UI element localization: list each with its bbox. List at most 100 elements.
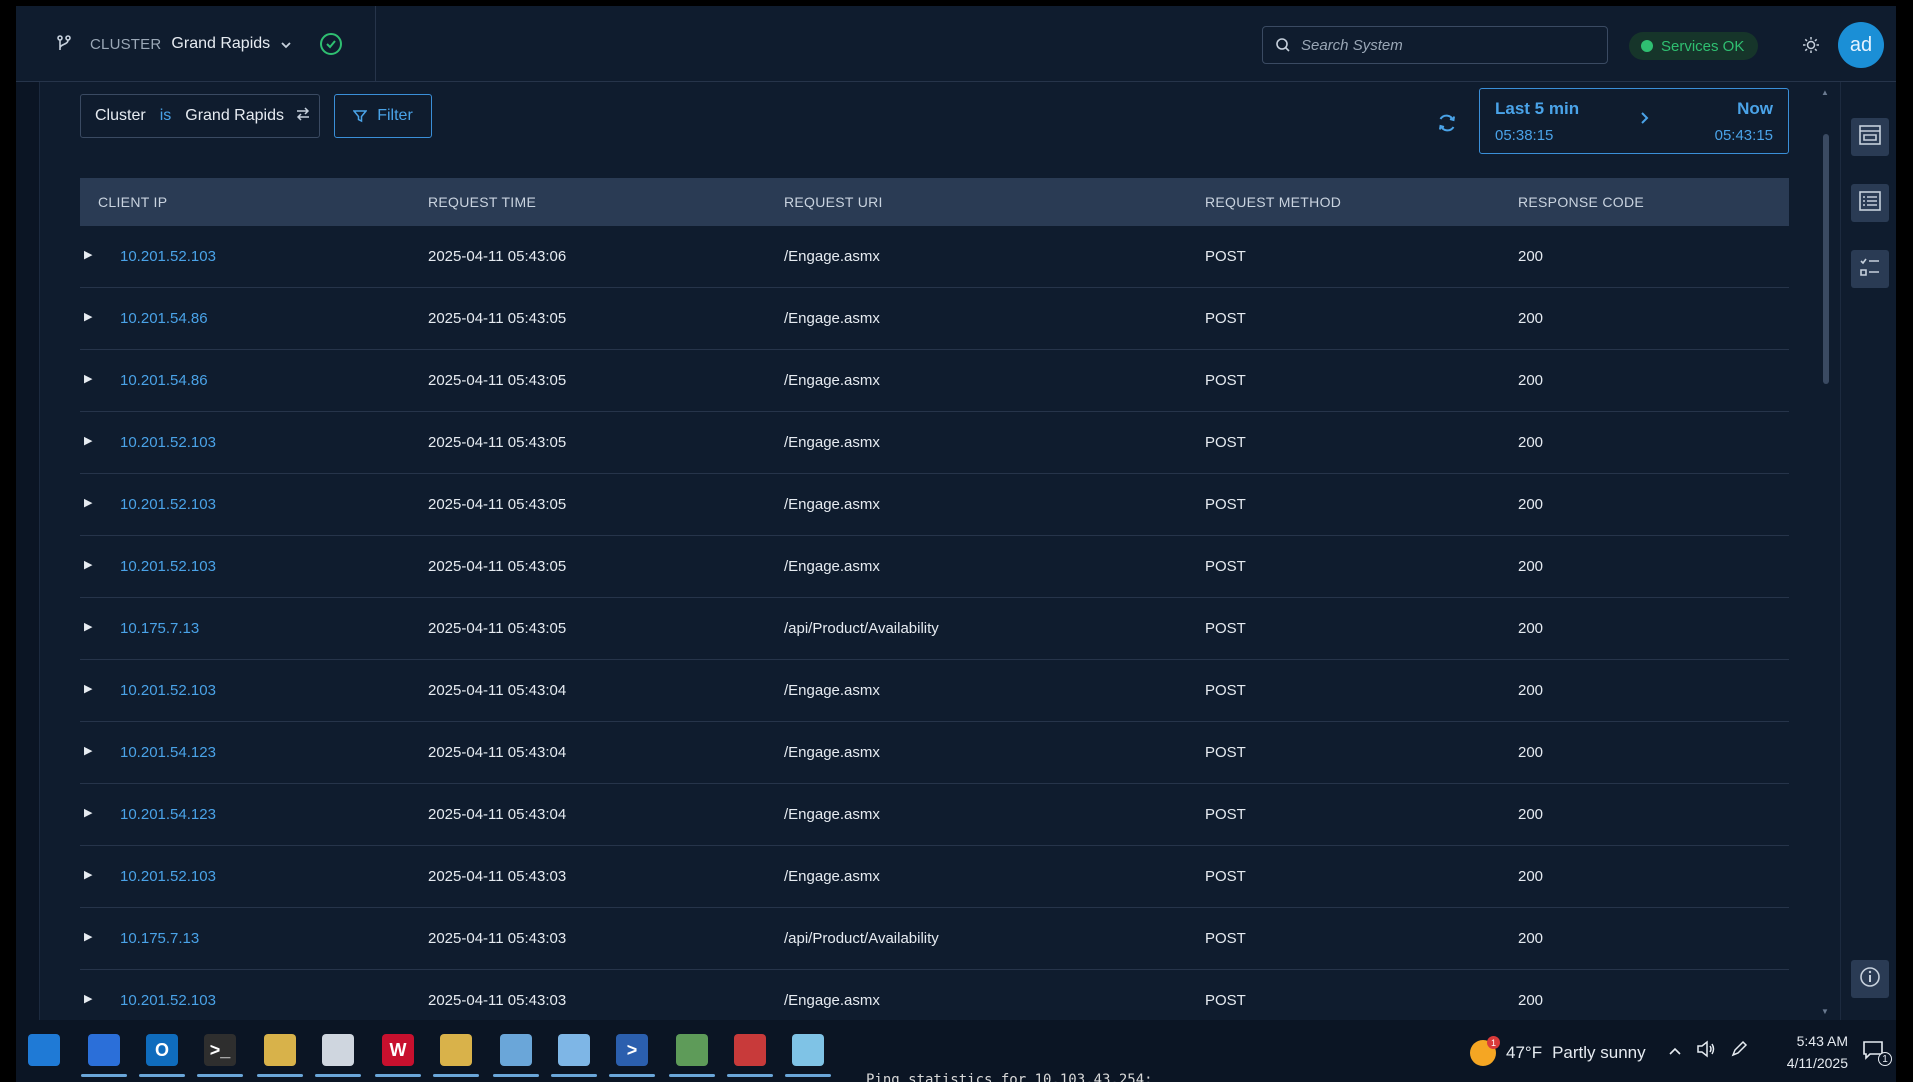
- client-ip-link[interactable]: 10.201.52.103: [120, 868, 216, 885]
- expand-row-caret-icon[interactable]: ▶: [84, 992, 96, 1008]
- table-row[interactable]: ▶ 10.201.52.103 2025-04-11 05:43:05/Engage…: [80, 536, 1789, 598]
- expand-row-caret-icon[interactable]: ▶: [84, 372, 96, 388]
- chevron-up-icon[interactable]: [1668, 1043, 1682, 1061]
- client-ip-link[interactable]: 10.201.54.123: [120, 744, 216, 761]
- refresh-icon[interactable]: [1436, 112, 1458, 134]
- cluster-selector[interactable]: CLUSTER Grand Rapids: [56, 6, 343, 82]
- network-tool-icon[interactable]: [500, 1034, 532, 1066]
- expand-row-caret-icon[interactable]: ▶: [84, 248, 96, 264]
- services-tool-icon[interactable]: [676, 1034, 708, 1066]
- filter-button[interactable]: Filter: [334, 94, 432, 138]
- powershell-icon[interactable]: >: [616, 1034, 648, 1066]
- client-ip-link[interactable]: 10.201.54.123: [120, 806, 216, 823]
- taskbar-clock[interactable]: 5:43 AM 4/11/2025: [1764, 1030, 1848, 1074]
- terminal-icon[interactable]: >_: [204, 1034, 236, 1066]
- outlook-icon[interactable]: O: [146, 1034, 178, 1066]
- request-time-cell: 2025-04-11 05:43:03: [428, 868, 567, 885]
- search-box[interactable]: [1262, 26, 1608, 64]
- response-code-cell: 200: [1518, 868, 1544, 885]
- search-input[interactable]: [1301, 36, 1581, 54]
- client-ip-link[interactable]: 10.201.52.103: [120, 496, 216, 513]
- table-row[interactable]: ▶ 10.201.52.103 2025-04-11 05:43:06/Engage…: [80, 226, 1789, 288]
- pen-icon[interactable]: [1730, 1040, 1748, 1063]
- active-app-indicator: [727, 1074, 773, 1077]
- word-w-icon[interactable]: W: [382, 1034, 414, 1066]
- edge-icon[interactable]: [28, 1034, 60, 1066]
- checklist-view-button[interactable]: [1851, 250, 1889, 288]
- table-row[interactable]: ▶ 10.201.54.123 2025-04-11 05:43:04/Engage…: [80, 722, 1789, 784]
- table-row[interactable]: ▶ 10.201.52.103 2025-04-11 05:43:05/Engage…: [80, 474, 1789, 536]
- request-time-cell: 2025-04-11 05:43:05: [428, 558, 567, 575]
- theme-toggle-sun-icon[interactable]: [1800, 34, 1822, 56]
- client-ip-link[interactable]: 10.201.52.103: [120, 682, 216, 699]
- scrollbar[interactable]: ▲ ▼: [1821, 88, 1831, 1016]
- scroll-thumb[interactable]: [1823, 134, 1829, 384]
- store-icon[interactable]: [88, 1034, 120, 1066]
- info-icon: [1859, 966, 1881, 993]
- table-row[interactable]: ▶ 10.201.54.86 2025-04-11 05:43:05/Engage.…: [80, 288, 1789, 350]
- cluster-healthy-check-icon: [320, 33, 343, 55]
- table-row[interactable]: ▶ 10.201.52.103 2025-04-11 05:43:03/Engage…: [80, 846, 1789, 908]
- column-header-response-code[interactable]: RESPONSE CODE: [1518, 194, 1644, 210]
- client-ip-link[interactable]: 10.201.54.86: [120, 372, 208, 389]
- column-header-client-ip[interactable]: CLIENT IP: [98, 194, 167, 210]
- weather-widget[interactable]: 1 47°F Partly sunny: [1470, 1036, 1646, 1066]
- column-header-request-time[interactable]: REQUEST TIME: [428, 194, 536, 210]
- request-uri-cell: /Engage.asmx: [784, 682, 880, 699]
- panel-view-button[interactable]: [1851, 118, 1889, 156]
- expand-row-caret-icon[interactable]: ▶: [84, 868, 96, 884]
- table-row[interactable]: ▶ 10.175.7.13 2025-04-11 05:43:05/api/Prod…: [80, 598, 1789, 660]
- user-avatar[interactable]: ad: [1838, 22, 1884, 68]
- request-method-cell: POST: [1205, 372, 1246, 389]
- folder-stack-icon[interactable]: [264, 1034, 296, 1066]
- client-ip-link[interactable]: 10.175.7.13: [120, 930, 199, 947]
- scroll-down-arrow-icon[interactable]: ▼: [1821, 1007, 1829, 1016]
- swap-icon[interactable]: [295, 106, 311, 127]
- table-row[interactable]: ▶ 10.201.54.123 2025-04-11 05:43:04/Engage…: [80, 784, 1789, 846]
- expand-row-caret-icon[interactable]: ▶: [84, 806, 96, 822]
- notification-icon[interactable]: 1: [1862, 1040, 1892, 1066]
- client-ip-link[interactable]: 10.201.52.103: [120, 434, 216, 451]
- expand-row-caret-icon[interactable]: ▶: [84, 930, 96, 946]
- client-ip-link[interactable]: 10.201.52.103: [120, 558, 216, 575]
- scroll-up-arrow-icon[interactable]: ▲: [1821, 88, 1829, 97]
- time-range-start-time: 05:38:15: [1495, 127, 1554, 144]
- request-time-cell: 2025-04-11 05:43:05: [428, 496, 567, 513]
- notepad-icon[interactable]: [322, 1034, 354, 1066]
- expand-row-caret-icon[interactable]: ▶: [84, 744, 96, 760]
- expand-row-caret-icon[interactable]: ▶: [84, 620, 96, 636]
- client-ip-link[interactable]: 10.201.52.103: [120, 248, 216, 265]
- expand-row-caret-icon[interactable]: ▶: [84, 496, 96, 512]
- expand-row-caret-icon[interactable]: ▶: [84, 558, 96, 574]
- certificate-icon[interactable]: [440, 1034, 472, 1066]
- time-range-picker[interactable]: Last 5 min 05:38:15 Now 05:43:15: [1479, 88, 1789, 154]
- table-header: CLIENT IP REQUEST TIME REQUEST URI REQUE…: [80, 178, 1789, 226]
- app-icon[interactable]: [792, 1034, 824, 1066]
- speaker-icon[interactable]: [1696, 1040, 1716, 1063]
- active-app-indicator: [197, 1074, 243, 1077]
- client-ip-link[interactable]: 10.201.52.103: [120, 992, 216, 1009]
- request-uri-cell: /Engage.asmx: [784, 434, 880, 451]
- list-view-button[interactable]: [1851, 184, 1889, 222]
- weather-sun-icon: 1: [1470, 1036, 1500, 1066]
- expand-row-caret-icon[interactable]: ▶: [84, 434, 96, 450]
- table-row[interactable]: ▶ 10.201.54.86 2025-04-11 05:43:05/Engage.…: [80, 350, 1789, 412]
- table-row[interactable]: ▶ 10.201.52.103 2025-04-11 05:43:03/Engage…: [80, 970, 1789, 1020]
- toolbox-icon[interactable]: [734, 1034, 766, 1066]
- services-status-badge[interactable]: Services OK: [1629, 32, 1759, 60]
- client-ip-link[interactable]: 10.201.54.86: [120, 310, 208, 327]
- table-row[interactable]: ▶ 10.201.52.103 2025-04-11 05:43:04/Engage…: [80, 660, 1789, 722]
- table-row[interactable]: ▶ 10.175.7.13 2025-04-11 05:43:03/api/Prod…: [80, 908, 1789, 970]
- request-time-cell: 2025-04-11 05:43:05: [428, 620, 567, 637]
- info-button[interactable]: [1851, 960, 1889, 998]
- request-uri-cell: /Engage.asmx: [784, 868, 880, 885]
- expand-row-caret-icon[interactable]: ▶: [84, 682, 96, 698]
- table-row[interactable]: ▶ 10.201.52.103 2025-04-11 05:43:05/Engage…: [80, 412, 1789, 474]
- filter-chip[interactable]: Cluster is Grand Rapids: [80, 94, 320, 138]
- remote-desktop-icon[interactable]: [558, 1034, 590, 1066]
- column-header-request-uri[interactable]: REQUEST URI: [784, 194, 883, 210]
- active-app-indicator: [551, 1074, 597, 1077]
- expand-row-caret-icon[interactable]: ▶: [84, 310, 96, 326]
- client-ip-link[interactable]: 10.175.7.13: [120, 620, 199, 637]
- column-header-request-method[interactable]: REQUEST METHOD: [1205, 194, 1341, 210]
